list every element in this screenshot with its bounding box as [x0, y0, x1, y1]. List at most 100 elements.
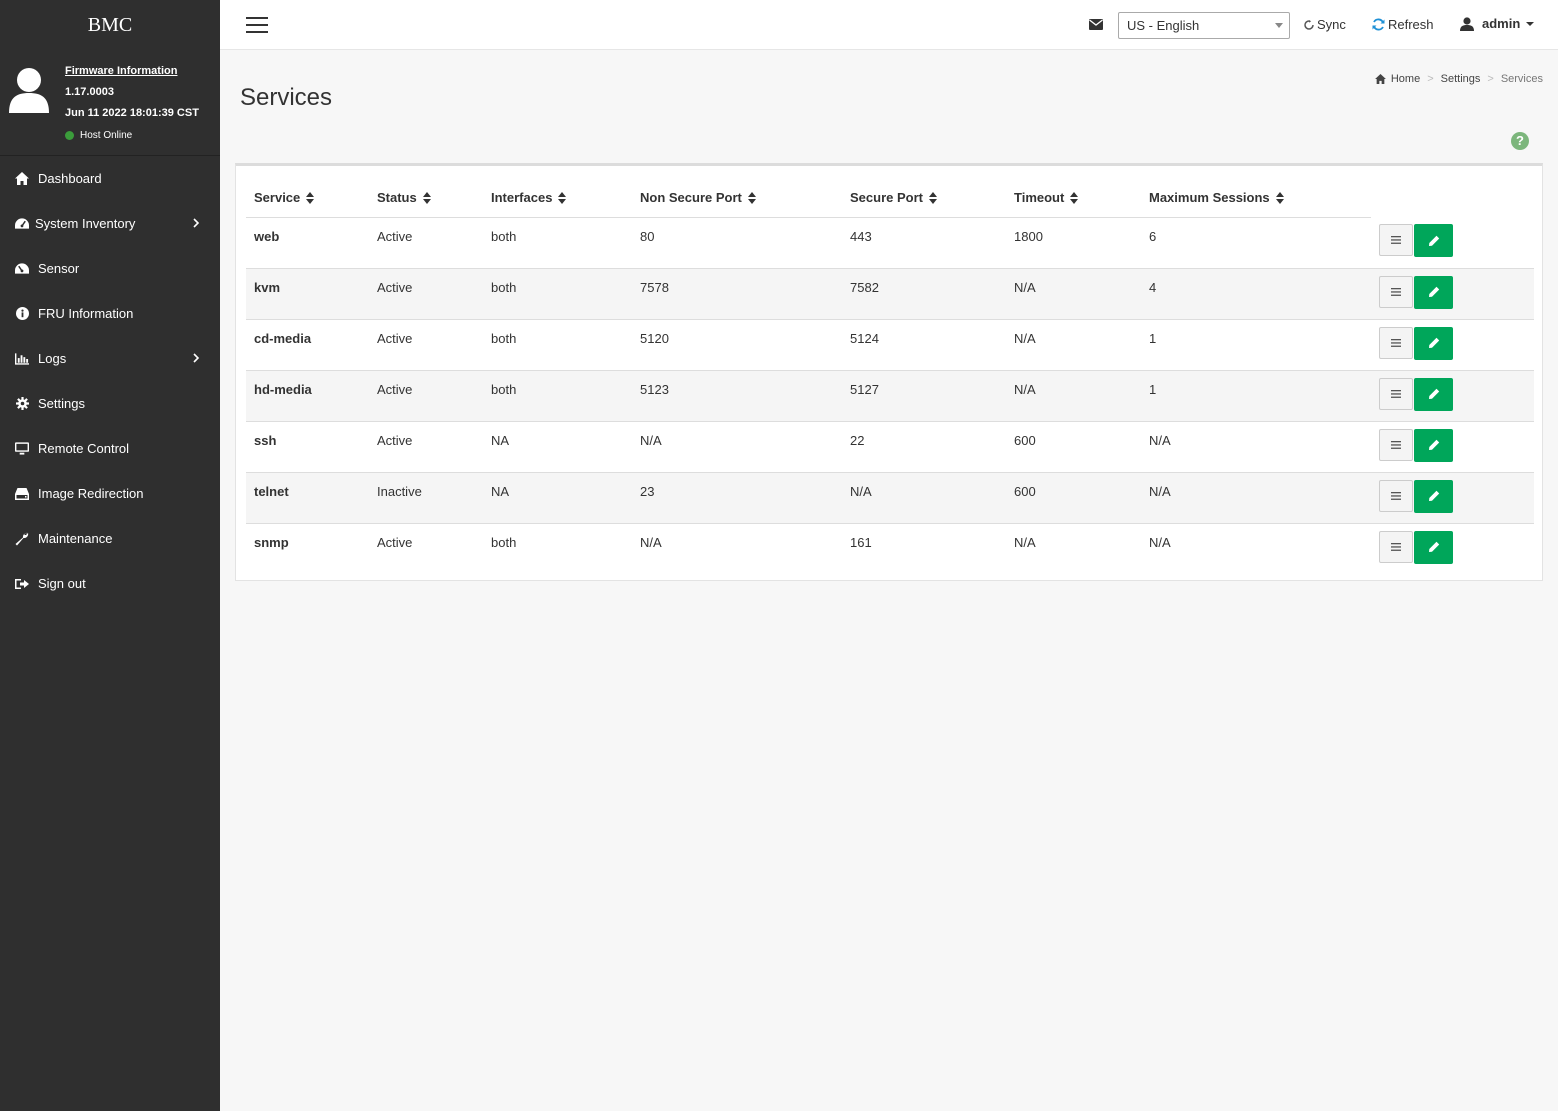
cell-service: hd-media — [246, 370, 369, 422]
cell-timeout: 1800 — [1006, 217, 1141, 269]
cell-actions — [1371, 370, 1534, 422]
column-header-service[interactable]: Service — [246, 178, 369, 218]
chevron-right-icon — [193, 351, 200, 366]
sidebar-item-maintenance[interactable]: Maintenance — [0, 516, 220, 561]
help-icon[interactable]: ? — [1511, 132, 1529, 150]
view-details-button[interactable] — [1379, 479, 1413, 512]
edit-button[interactable] — [1414, 530, 1453, 564]
edit-button[interactable] — [1414, 224, 1453, 257]
sidebar-item-dashboard[interactable]: Dashboard — [0, 156, 220, 201]
column-header-maximum-sessions[interactable]: Maximum Sessions — [1141, 178, 1371, 218]
edit-button[interactable] — [1414, 377, 1453, 411]
sort-icon — [1275, 192, 1284, 205]
list-icon — [1391, 542, 1401, 551]
column-header-interfaces[interactable]: Interfaces — [483, 178, 632, 218]
cell-maximum-sessions: 1 — [1141, 370, 1371, 422]
cell-secure-port: 5124 — [842, 319, 1006, 371]
top-navbar: US - English Sync Refresh admin — [220, 0, 1558, 50]
cell-non-secure-port: 5123 — [632, 370, 842, 422]
cell-service: snmp — [254, 534, 289, 550]
gear-icon — [15, 397, 29, 411]
refresh-button[interactable]: Refresh — [1372, 17, 1434, 32]
column-header-status[interactable]: Status — [369, 178, 483, 218]
cell-non-secure-port: N/A — [632, 421, 842, 473]
sidebar-item-settings[interactable]: Settings — [0, 381, 220, 426]
dashboard-gauge-icon — [15, 217, 29, 231]
user-menu[interactable]: admin — [1460, 16, 1535, 31]
cell-maximum-sessions: 1 — [1141, 319, 1371, 371]
cell-timeout: N/A — [1006, 370, 1141, 422]
edit-button[interactable] — [1414, 326, 1453, 360]
column-header-timeout[interactable]: Timeout — [1006, 178, 1141, 218]
view-details-button[interactable] — [1379, 530, 1413, 563]
cell-secure-port: N/A — [842, 472, 1006, 524]
breadcrumb-settings[interactable]: Settings — [1441, 73, 1481, 85]
sidebar-item-label: FRU Information — [38, 306, 134, 321]
cell-interfaces: both — [483, 370, 632, 422]
cell-actions — [1371, 421, 1534, 473]
sort-icon — [422, 192, 431, 205]
view-details-button[interactable] — [1379, 326, 1413, 359]
breadcrumb-home[interactable]: Home — [1391, 73, 1420, 85]
sidebar-item-label: Logs — [38, 351, 67, 366]
caret-down-icon — [1275, 23, 1283, 28]
breadcrumb-current: Services — [1500, 73, 1543, 85]
column-header-secure-port[interactable]: Secure Port — [842, 178, 1006, 218]
view-details-button[interactable] — [1379, 377, 1413, 410]
sort-icon — [1070, 192, 1079, 205]
cell-actions — [1371, 523, 1534, 574]
list-icon — [1391, 236, 1401, 244]
cell-interfaces: both — [483, 319, 632, 371]
sort-icon — [928, 192, 937, 205]
cell-maximum-sessions: N/A — [1149, 534, 1171, 550]
menu-toggle-icon[interactable] — [246, 17, 268, 33]
edit-button[interactable] — [1414, 275, 1453, 309]
sidebar-item-image-redirection[interactable]: Image Redirection — [0, 471, 220, 516]
sidebar-item-sensor[interactable]: Sensor — [0, 246, 220, 291]
cell-status: Inactive — [369, 472, 483, 524]
gauge-icon — [15, 262, 29, 276]
sidebar-item-system-inventory[interactable]: System Inventory — [0, 201, 220, 246]
sort-icon — [747, 192, 756, 205]
view-details-button[interactable] — [1379, 275, 1413, 308]
table-row: ssh Active NA N/A 22 600 N/A — [246, 421, 1534, 473]
chevron-right-icon — [193, 216, 200, 231]
sidebar-item-label: Image Redirection — [38, 486, 144, 501]
wrench-icon — [15, 532, 29, 546]
list-icon — [1391, 338, 1401, 347]
cell-status: Active — [369, 268, 483, 320]
pencil-icon — [1428, 286, 1439, 297]
sidebar-item-logs[interactable]: Logs — [0, 336, 220, 381]
sidebar-item-sign-out[interactable]: Sign out — [0, 561, 220, 606]
hdd-icon — [15, 487, 29, 501]
sidebar-item-fru-information[interactable]: FRU Information — [0, 291, 220, 336]
cell-timeout: N/A — [1006, 268, 1141, 320]
user-avatar-icon — [9, 68, 49, 113]
table-row: web Active both 80 443 1800 6 — [246, 217, 1534, 269]
bar-chart-icon — [15, 352, 29, 366]
pencil-icon — [1428, 490, 1439, 501]
cell-interfaces: both — [491, 534, 517, 550]
cell-actions — [1371, 217, 1534, 269]
pencil-icon — [1428, 439, 1439, 450]
view-details-button[interactable] — [1379, 224, 1413, 256]
sync-button[interactable]: Sync — [1304, 17, 1346, 32]
envelope-icon[interactable] — [1089, 18, 1103, 33]
table-row: cd-media Active both 5120 5124 N/A 1 — [246, 319, 1534, 371]
edit-button[interactable] — [1414, 479, 1453, 513]
cell-secure-port: 5127 — [842, 370, 1006, 422]
cell-actions — [1371, 319, 1534, 371]
edit-button[interactable] — [1414, 428, 1453, 462]
view-details-button[interactable] — [1379, 428, 1413, 461]
firmware-info-link[interactable]: Firmware Information — [65, 64, 199, 85]
language-select[interactable]: US - English — [1118, 12, 1290, 39]
cell-service: web — [246, 217, 369, 269]
sidebar-item-remote-control[interactable]: Remote Control — [0, 426, 220, 471]
column-header-non-secure-port[interactable]: Non Secure Port — [632, 178, 842, 218]
monitor-icon — [15, 442, 29, 456]
cell-non-secure-port: 80 — [632, 217, 842, 269]
sort-icon — [306, 192, 315, 205]
sidebar: BMC Firmware Information 1.17.0003 Jun 1… — [0, 0, 220, 1111]
sidebar-menu: Dashboard System Inventory Sensor FRU In… — [0, 156, 220, 606]
sidebar-item-label: System Inventory — [35, 216, 136, 231]
